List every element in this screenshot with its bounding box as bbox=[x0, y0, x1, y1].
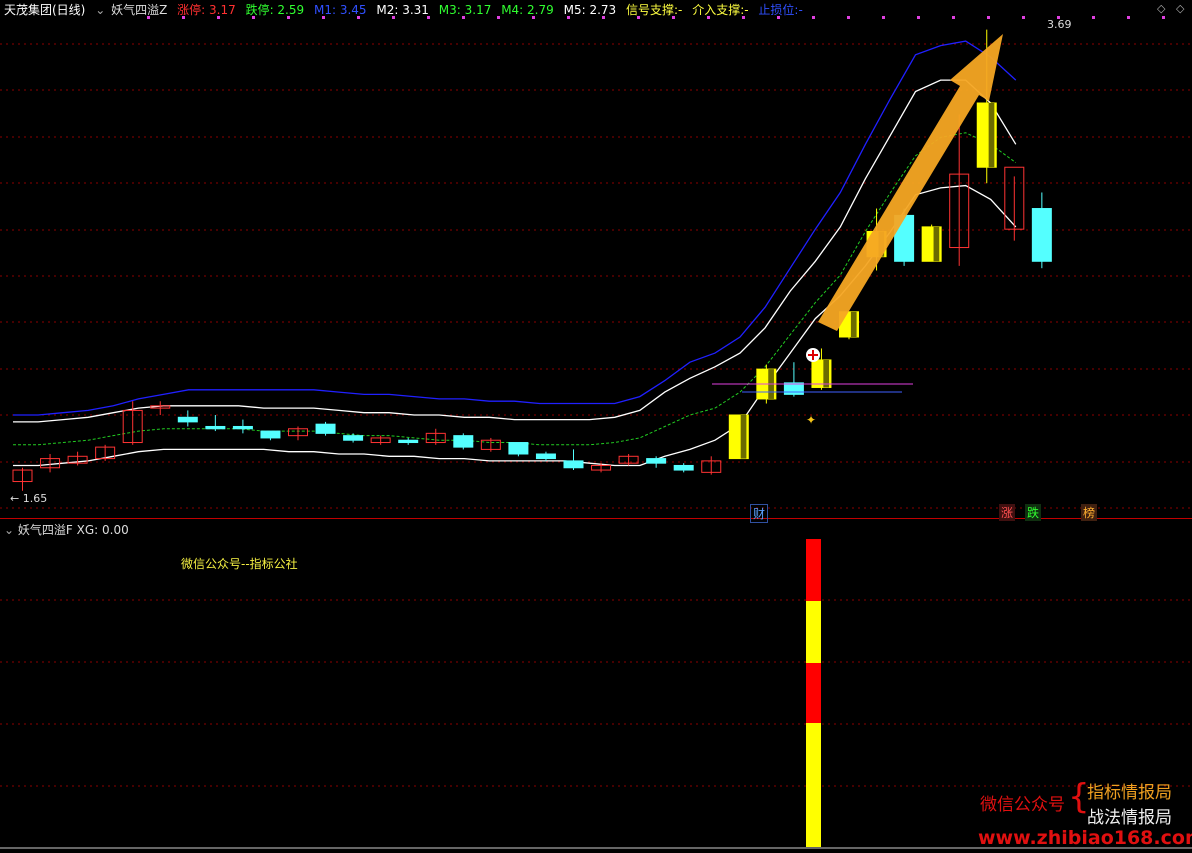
signal-dot bbox=[812, 16, 815, 19]
candle-body bbox=[1031, 208, 1052, 262]
diamond-icon[interactable]: ◇ bbox=[1157, 2, 1165, 15]
candle-body bbox=[508, 442, 529, 455]
candle-body bbox=[563, 460, 584, 469]
m1-line bbox=[13, 40, 1017, 416]
candle-body bbox=[783, 382, 804, 395]
candle-body bbox=[453, 435, 474, 448]
signal-dot bbox=[847, 16, 850, 19]
butterfly-icon: ✦ bbox=[806, 413, 816, 427]
candlesticks bbox=[12, 29, 1052, 491]
candle-body bbox=[343, 435, 364, 441]
limit-up-value: 涨停: 3.17 bbox=[177, 3, 236, 17]
xg-signal-bar bbox=[806, 539, 821, 847]
m5-value: M5: 2.73 bbox=[563, 3, 617, 17]
candle-shade bbox=[850, 311, 857, 337]
price-low-label: ← 1.65 bbox=[10, 492, 48, 505]
tag-zhang[interactable]: 涨 bbox=[999, 504, 1016, 521]
signal-dot bbox=[1162, 16, 1165, 19]
signal-dot bbox=[1127, 16, 1130, 19]
main-header: 天茂集团(日线) ⌄ 妖气四溢Z 涨停: 3.17 跌停: 2.59 M1: 3… bbox=[4, 1, 809, 17]
candle-shade bbox=[933, 226, 940, 262]
sub-header: ⌄ 妖气四溢F XG: 0.00 bbox=[4, 521, 129, 538]
stock-title[interactable]: 天茂集团(日线) bbox=[4, 3, 85, 17]
sub-indicator-name[interactable]: 妖气四溢F bbox=[18, 523, 73, 537]
m2-value: M2: 3.31 bbox=[376, 3, 429, 17]
candle-body bbox=[205, 425, 226, 430]
m1-value: M1: 3.45 bbox=[313, 3, 367, 17]
wechat-note: 微信公众号--指标公社 bbox=[181, 557, 298, 571]
watermark-url: www.zhibiao168.com bbox=[978, 827, 1192, 849]
tag-die[interactable]: 跌 bbox=[1025, 504, 1042, 521]
xg-value: XG: 0.00 bbox=[76, 523, 129, 537]
signal-dot bbox=[987, 16, 990, 19]
candle-shade bbox=[988, 103, 995, 168]
signal-dot bbox=[882, 16, 885, 19]
signal-dot bbox=[1092, 16, 1095, 19]
grid-lines bbox=[0, 43, 1192, 787]
stop-loss: 止损位:- bbox=[758, 3, 803, 17]
chevron-down-icon[interactable]: ⌄ bbox=[95, 3, 105, 17]
price-high-label: 3.69 bbox=[1047, 18, 1072, 31]
candle-body bbox=[177, 416, 198, 423]
candle-body bbox=[315, 423, 336, 434]
watermark-line3: 战法情报局 bbox=[1087, 808, 1172, 828]
signal-dot bbox=[917, 16, 920, 19]
candle-body bbox=[398, 439, 419, 444]
kline-chart: ✦ bbox=[0, 16, 1192, 849]
candle-body bbox=[232, 425, 253, 430]
limit-down-value: 跌停: 2.59 bbox=[245, 3, 305, 17]
tag-bang[interactable]: 榜 bbox=[1081, 504, 1098, 521]
candle-body bbox=[673, 464, 694, 471]
m4-value: M4: 2.79 bbox=[501, 3, 554, 17]
signal-dot bbox=[952, 16, 955, 19]
lower-band-line bbox=[13, 184, 1017, 467]
chevron-down-icon[interactable]: ⌄ bbox=[4, 523, 14, 537]
entry-support: 介入支撑:- bbox=[692, 3, 749, 17]
candle-body bbox=[535, 453, 556, 460]
candle-body bbox=[260, 430, 281, 439]
indicator-name[interactable]: 妖气四溢Z bbox=[111, 3, 167, 17]
candle-shade bbox=[823, 359, 830, 388]
buy-marker-icon bbox=[806, 348, 820, 362]
watermark-line2: 指标情报局 bbox=[1087, 783, 1172, 803]
signal-dot bbox=[1022, 16, 1025, 19]
m3-value: M3: 3.17 bbox=[438, 3, 492, 17]
signal-support: 信号支撑:- bbox=[626, 3, 683, 17]
candle-shade bbox=[740, 415, 747, 459]
tag-cai[interactable]: 财 bbox=[750, 504, 769, 523]
diamond-icon-2[interactable]: ◇ bbox=[1176, 2, 1184, 15]
watermark-wechat: 微信公众号 bbox=[980, 795, 1065, 815]
candle-body bbox=[646, 458, 667, 464]
